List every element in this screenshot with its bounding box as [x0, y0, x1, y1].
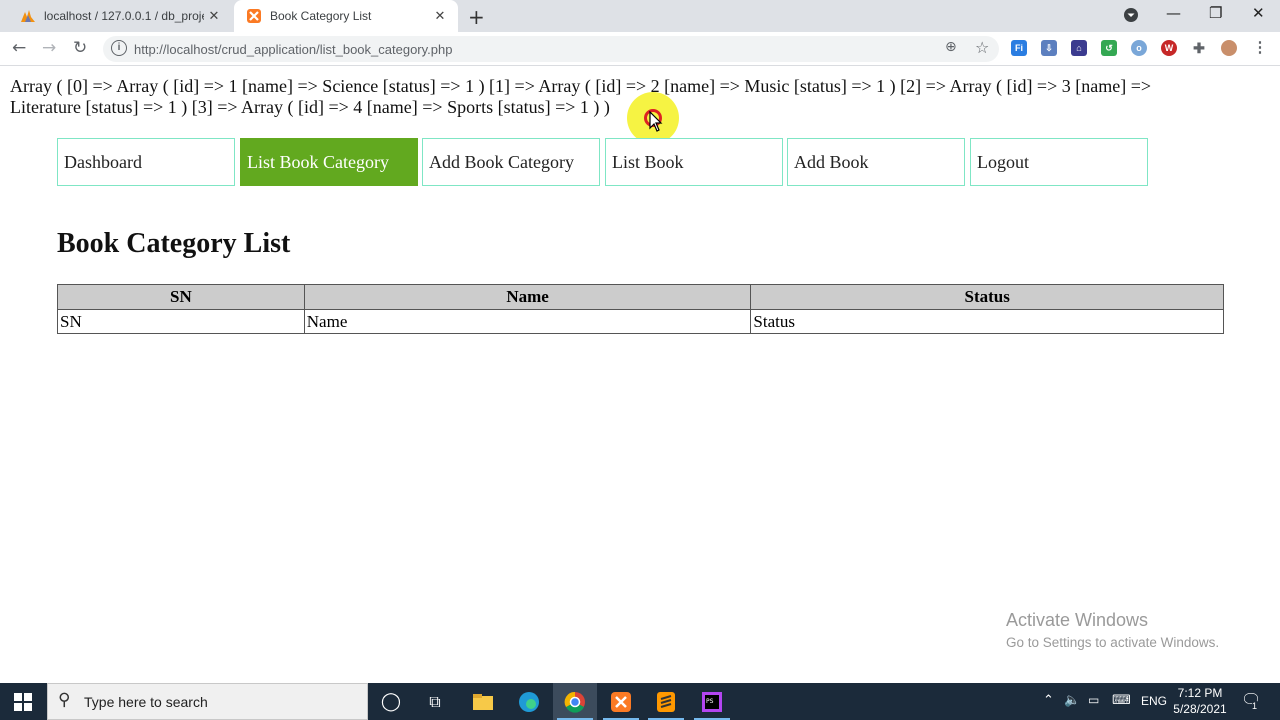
extensions-puzzle-icon[interactable]: ✚: [1191, 40, 1207, 56]
xampp-icon: [246, 8, 262, 24]
address-bar[interactable]: i http://localhost/crud_application/list…: [103, 36, 999, 62]
column-header-sn: SN: [57, 284, 305, 310]
search-icon: ⚲: [58, 690, 71, 710]
nav-logout[interactable]: Logout: [970, 138, 1148, 186]
taskbar-clock[interactable]: 7:12 PM 5/28/2021: [1168, 685, 1232, 717]
windows-start-icon[interactable]: [14, 693, 32, 711]
zoom-icon[interactable]: ⊕: [945, 39, 957, 55]
print-r-line: Array ( [0] => Array ( [id] => 1 [name] …: [10, 76, 1152, 96]
restore-icon[interactable]: ❐: [1209, 4, 1222, 22]
minimize-icon[interactable]: —: [1166, 4, 1181, 22]
new-tab-icon[interactable]: +: [468, 5, 485, 29]
nav-dashboard[interactable]: Dashboard: [57, 138, 235, 186]
site-info-icon[interactable]: i: [111, 40, 127, 56]
extension-home-icon[interactable]: ⌂: [1071, 40, 1087, 56]
extension-circle-icon[interactable]: o: [1131, 40, 1147, 56]
back-icon[interactable]: ←: [12, 38, 26, 58]
svg-text:PS: PS: [706, 698, 714, 705]
page-title: Book Category List: [57, 228, 291, 259]
avatar[interactable]: [1221, 40, 1237, 56]
network-icon[interactable]: ▭: [1088, 693, 1099, 707]
nav-list-book[interactable]: List Book: [605, 138, 783, 186]
clock-date: 5/28/2021: [1173, 702, 1227, 716]
column-header-status: Status: [750, 284, 1224, 310]
browser-menu-icon[interactable]: ⋮: [1252, 40, 1268, 56]
extension-refresh-icon[interactable]: ↺: [1101, 40, 1117, 56]
phpstorm-icon[interactable]: PS: [699, 689, 725, 715]
table-cell: Status: [750, 309, 1224, 334]
forward-icon[interactable]: →: [42, 38, 56, 58]
table-cell: Name: [303, 309, 752, 334]
print-r-output: Array ( [0] => Array ( [id] => 1 [name] …: [10, 76, 1240, 118]
window-close-icon[interactable]: ✕: [1252, 4, 1265, 22]
table-header-row: SN Name Status: [57, 284, 1224, 310]
cortana-icon[interactable]: ◯: [378, 689, 404, 715]
tab-close-icon[interactable]: ✕: [430, 8, 450, 24]
taskbar: ⚲ Type here to search ◯ ⧉ PS ⌃ 🔈 ▭ ⌨ ENG…: [0, 683, 1280, 720]
tab-book-category-list[interactable]: Book Category List ✕: [234, 0, 458, 32]
url-text[interactable]: http://localhost/crud_application/list_b…: [134, 42, 452, 57]
xampp-taskbar-icon[interactable]: [608, 689, 634, 715]
edge-icon[interactable]: [516, 689, 542, 715]
print-r-line: Literature [status] => 1 ) [3] => Array …: [10, 97, 610, 117]
tray-chevron-up-icon[interactable]: ⌃: [1043, 692, 1054, 708]
sublime-text-icon[interactable]: [653, 689, 679, 715]
taskbar-search-box[interactable]: ⚲ Type here to search: [47, 683, 368, 720]
search-placeholder: Type here to search: [84, 694, 208, 710]
mouse-cursor-icon: [649, 111, 663, 132]
clock-time: 7:12 PM: [1177, 686, 1223, 700]
browser-toolbar: ← → ↻ i http://localhost/crud_applicatio…: [0, 32, 1280, 66]
tab-title: Book Category List: [270, 9, 372, 23]
notification-count-badge: 1: [1252, 701, 1258, 711]
tab-phpmyadmin[interactable]: localhost / 127.0.0.1 / db_project ✕: [8, 0, 232, 32]
tab-title: localhost / 127.0.0.1 / db_project: [44, 9, 204, 23]
nav-add-book-category[interactable]: Add Book Category: [422, 138, 600, 186]
nav-add-book[interactable]: Add Book: [787, 138, 965, 186]
phpmyadmin-icon: [20, 8, 36, 24]
tab-close-icon[interactable]: ✕: [204, 8, 224, 24]
reload-icon[interactable]: ↻: [73, 38, 87, 58]
chrome-icon[interactable]: [562, 689, 588, 715]
table-row: SN Name Status: [57, 309, 1224, 334]
language-indicator[interactable]: ENG: [1141, 694, 1167, 708]
volume-icon[interactable]: 🔈: [1064, 692, 1080, 708]
nav-list-book-category[interactable]: List Book Category: [240, 138, 418, 186]
extension-download-icon[interactable]: ⇩: [1041, 40, 1057, 56]
file-explorer-icon[interactable]: [470, 689, 496, 715]
profile-menu-icon[interactable]: [1123, 7, 1139, 27]
table-cell: SN: [57, 309, 305, 334]
activate-windows-watermark: Activate Windows Go to Settings to activ…: [1006, 610, 1219, 650]
bookmark-star-icon[interactable]: ☆: [975, 38, 989, 57]
column-header-name: Name: [303, 284, 752, 310]
wordpress-icon[interactable]: W: [1161, 40, 1177, 56]
task-view-icon[interactable]: ⧉: [422, 689, 448, 715]
watermark-subtitle: Go to Settings to activate Windows.: [1006, 635, 1220, 650]
extension-fi-icon[interactable]: Fi: [1011, 40, 1027, 56]
keyboard-icon[interactable]: ⌨: [1112, 692, 1131, 708]
watermark-title: Activate Windows: [1006, 610, 1149, 630]
browser-tab-bar: localhost / 127.0.0.1 / db_project ✕ Boo…: [0, 0, 1280, 32]
category-table: SN Name Status SN Name Status: [57, 284, 1224, 334]
